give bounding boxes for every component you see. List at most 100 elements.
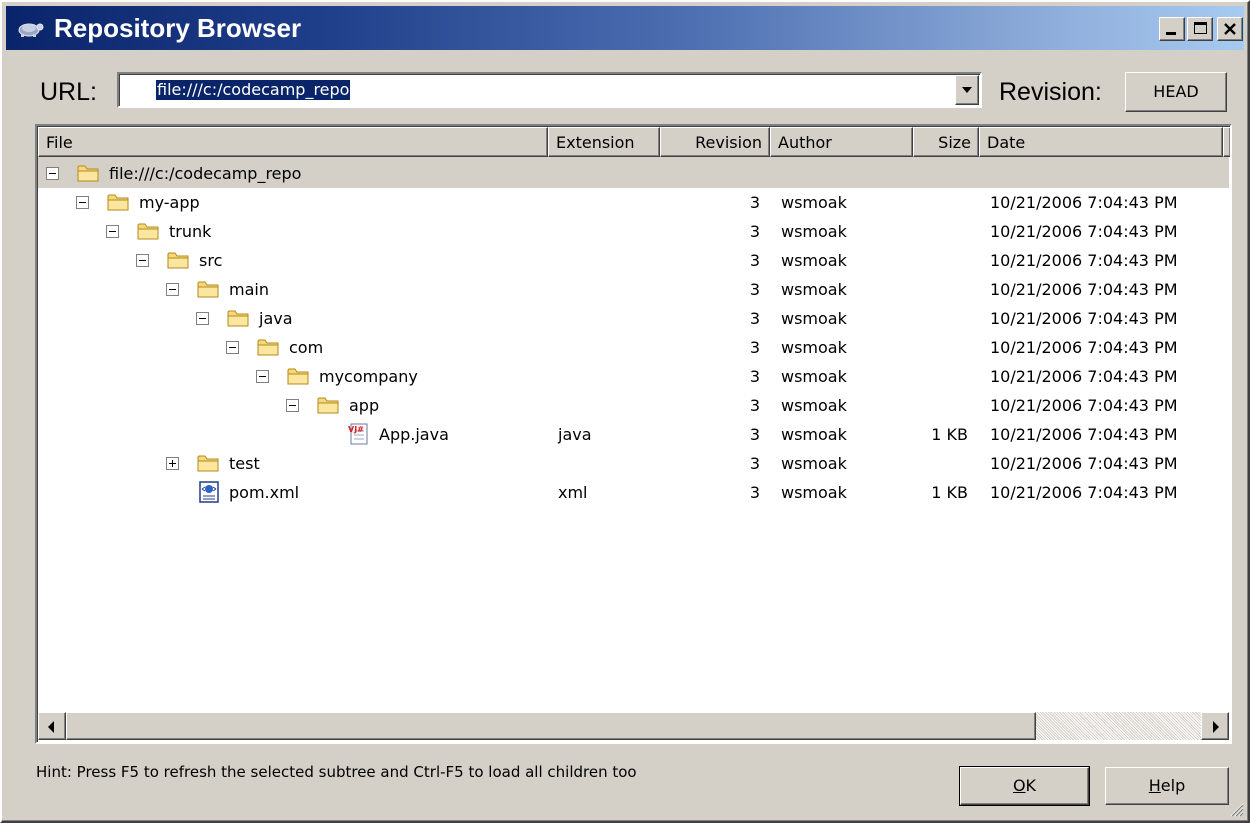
collapse-minus-icon[interactable] bbox=[46, 167, 59, 180]
column-header-size[interactable]: Size bbox=[913, 127, 979, 157]
file-size: 1 KB bbox=[931, 483, 968, 502]
file-date: 10/21/2006 7:04:43 PM bbox=[990, 309, 1178, 328]
file-size bbox=[918, 391, 968, 420]
file-revision: 3 bbox=[749, 309, 760, 328]
horizontal-scrollbar[interactable] bbox=[38, 712, 1229, 740]
tree-row[interactable]: VJ# App.java java 3 wsmoak 1 KB 10/21/2006 7:0… bbox=[38, 420, 1229, 449]
expand-plus-icon[interactable] bbox=[166, 457, 179, 470]
file-date: 10/21/2006 7:04:43 PM bbox=[990, 425, 1178, 444]
head-revision-button[interactable]: HEAD bbox=[1125, 72, 1227, 112]
file-revision: 3 bbox=[749, 425, 760, 444]
folder-icon bbox=[257, 336, 281, 358]
collapse-minus-icon[interactable] bbox=[76, 196, 89, 209]
url-combobox[interactable]: file:///c:/codecamp_repo bbox=[117, 72, 982, 108]
url-input-value[interactable]: file:///c:/codecamp_repo bbox=[156, 80, 351, 100]
tree-row[interactable]: com 3 wsmoak 10/21/2006 7:04:43 PM bbox=[38, 333, 1229, 362]
file-name: pom.xml bbox=[229, 483, 300, 502]
file-author: wsmoak bbox=[781, 396, 847, 415]
file-size: 1 KB bbox=[931, 425, 968, 444]
column-header-date[interactable]: Date bbox=[979, 127, 1223, 157]
tree-row[interactable]: main 3 wsmoak 10/21/2006 7:04:43 PM bbox=[38, 275, 1229, 304]
file-name: com bbox=[289, 338, 324, 357]
file-revision: 3 bbox=[749, 280, 760, 299]
file-extension: java bbox=[558, 425, 592, 444]
list-header: File Extension Revision Author Size Date bbox=[38, 127, 1230, 159]
close-button[interactable] bbox=[1217, 17, 1243, 41]
file-author: wsmoak bbox=[781, 454, 847, 473]
scrollbar-thumb[interactable] bbox=[66, 712, 1036, 740]
tree-row[interactable]: src 3 wsmoak 10/21/2006 7:04:43 PM bbox=[38, 246, 1229, 275]
help-mnemonic: H bbox=[1148, 776, 1161, 795]
help-label-rest: elp bbox=[1160, 776, 1186, 795]
tree-row[interactable]: app 3 wsmoak 10/21/2006 7:04:43 PM bbox=[38, 391, 1229, 420]
resize-grip-icon[interactable] bbox=[1228, 801, 1244, 817]
file-size bbox=[918, 188, 968, 217]
file-date: 10/21/2006 7:04:43 PM bbox=[990, 396, 1178, 415]
file-revision: 3 bbox=[749, 251, 760, 270]
tree-row[interactable]: my-app 3 wsmoak 10/21/2006 7:04:43 PM bbox=[38, 188, 1229, 217]
file-name: java bbox=[259, 309, 293, 328]
collapse-minus-icon[interactable] bbox=[196, 312, 209, 325]
scroll-left-arrow-icon bbox=[48, 721, 54, 733]
tree-row[interactable]: pom.xml xml 3 wsmoak 1 KB 10/21/2006 7:04:43 … bbox=[38, 478, 1229, 507]
close-icon bbox=[1224, 23, 1236, 35]
column-header-extension[interactable]: Extension bbox=[548, 127, 660, 157]
file-author: wsmoak bbox=[781, 222, 847, 241]
folder-icon bbox=[77, 162, 101, 184]
url-label: URL: bbox=[40, 78, 97, 106]
file-name: main bbox=[229, 280, 269, 299]
collapse-minus-icon[interactable] bbox=[136, 254, 149, 267]
file-date: 10/21/2006 7:04:43 PM bbox=[990, 251, 1178, 270]
file-date: 10/21/2006 7:04:43 PM bbox=[990, 367, 1178, 386]
file-name: test bbox=[229, 454, 260, 473]
collapse-minus-icon[interactable] bbox=[286, 399, 299, 412]
scroll-right-button[interactable] bbox=[1201, 712, 1229, 740]
tree-row[interactable]: java 3 wsmoak 10/21/2006 7:04:43 PM bbox=[38, 304, 1229, 333]
url-dropdown-button[interactable] bbox=[955, 75, 979, 105]
help-button[interactable]: Help bbox=[1105, 767, 1229, 805]
file-date: 10/21/2006 7:04:43 PM bbox=[990, 454, 1178, 473]
folder-icon bbox=[107, 191, 131, 213]
folder-icon bbox=[197, 452, 221, 474]
collapse-minus-icon[interactable] bbox=[256, 370, 269, 383]
svg-text:VJ#: VJ# bbox=[348, 425, 364, 434]
tree-row[interactable]: file:///c:/codecamp_repo bbox=[38, 159, 1229, 188]
ok-button[interactable]: OK bbox=[959, 766, 1090, 806]
collapse-minus-icon[interactable] bbox=[106, 225, 119, 238]
title-bar[interactable]: Repository Browser bbox=[6, 6, 1244, 50]
file-author: wsmoak bbox=[781, 280, 847, 299]
column-header-revision[interactable]: Revision bbox=[660, 127, 770, 157]
file-size bbox=[918, 246, 968, 275]
ok-label-rest: K bbox=[1025, 776, 1037, 795]
file-revision: 3 bbox=[749, 222, 760, 241]
file-author: wsmoak bbox=[781, 367, 847, 386]
file-date: 10/21/2006 7:04:43 PM bbox=[990, 338, 1178, 357]
file-author: wsmoak bbox=[781, 338, 847, 357]
column-header-file[interactable]: File bbox=[38, 127, 548, 157]
tree-row[interactable]: trunk 3 wsmoak 10/21/2006 7:04:43 PM bbox=[38, 217, 1229, 246]
scroll-left-button[interactable] bbox=[38, 712, 66, 740]
file-extension: xml bbox=[558, 483, 588, 502]
scrollbar-track[interactable] bbox=[1036, 712, 1201, 740]
file-revision: 3 bbox=[749, 454, 760, 473]
column-header-author[interactable]: Author bbox=[770, 127, 913, 157]
tree-row[interactable]: mycompany 3 wsmoak 10/21/2006 7:04:43 PM bbox=[38, 362, 1229, 391]
file-revision: 3 bbox=[749, 396, 760, 415]
file-name: mycompany bbox=[319, 367, 418, 386]
repository-tree-list[interactable]: File Extension Revision Author Size Date… bbox=[35, 124, 1232, 744]
file-size bbox=[918, 217, 968, 246]
tree-row[interactable]: test 3 wsmoak 10/21/2006 7:04:43 PM bbox=[38, 449, 1229, 478]
file-name: my-app bbox=[139, 193, 200, 212]
maximize-button[interactable] bbox=[1187, 17, 1213, 41]
collapse-minus-icon[interactable] bbox=[226, 341, 239, 354]
file-author: wsmoak bbox=[781, 425, 847, 444]
ok-mnemonic: O bbox=[1012, 776, 1026, 795]
folder-icon bbox=[197, 278, 221, 300]
file-size bbox=[918, 304, 968, 333]
collapse-minus-icon[interactable] bbox=[166, 283, 179, 296]
minimize-button[interactable] bbox=[1159, 17, 1185, 41]
file-size bbox=[918, 275, 968, 304]
repository-browser-window: Repository Browser URL: file:///c:/codec… bbox=[0, 0, 1250, 823]
folder-icon bbox=[167, 249, 191, 271]
revision-label: Revision: bbox=[999, 78, 1102, 106]
